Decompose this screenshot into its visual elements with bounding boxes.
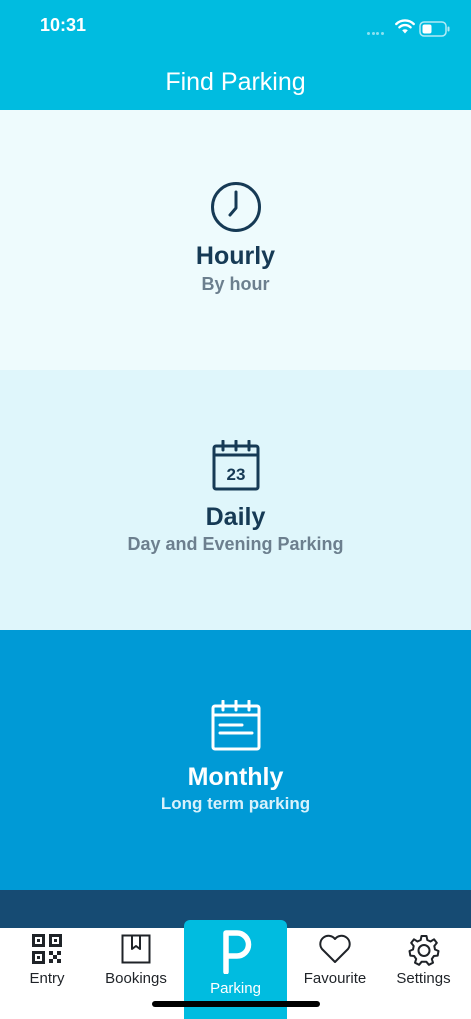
option-hourly[interactable]: Hourly By hour: [0, 110, 471, 370]
option-title: Daily: [205, 503, 266, 531]
calendar-list-icon: [211, 700, 260, 751]
header: Find Parking: [0, 56, 471, 110]
tab-label: Entry: [29, 970, 65, 987]
home-indicator: [152, 1001, 320, 1007]
wifi-icon: [395, 19, 415, 34]
parking-icon: [222, 930, 251, 974]
qr-code-icon: [32, 934, 62, 964]
status-bar: 10:31: [0, 0, 471, 56]
option-subtitle: By hour: [201, 274, 270, 294]
tab-label: Favourite: [303, 970, 367, 987]
status-time: 10:31: [40, 15, 87, 35]
signal-dots-icon: [367, 32, 389, 35]
option-daily[interactable]: 23 Daily Day and Evening Parking: [0, 370, 471, 630]
battery-icon: [419, 21, 450, 37]
tab-entry[interactable]: Entry: [0, 928, 94, 1019]
tab-label: Settings: [396, 970, 451, 987]
page-title: Find Parking: [165, 68, 306, 96]
tab-settings[interactable]: Settings: [376, 928, 471, 1019]
bookmark-icon: [121, 934, 151, 964]
heart-icon: [319, 934, 351, 963]
option-monthly[interactable]: Monthly Long term parking: [0, 630, 471, 890]
tab-label: Bookings: [105, 970, 167, 987]
option-title: Hourly: [195, 242, 276, 270]
calendar-icon: 23: [212, 440, 259, 491]
gear-icon: [408, 935, 439, 966]
option-subtitle: Long term parking: [160, 794, 311, 813]
option-title: Monthly: [187, 763, 284, 791]
calendar-day-text: 23: [226, 465, 245, 484]
clock-icon: [210, 182, 261, 232]
option-subtitle: Day and Evening Parking: [127, 534, 344, 554]
tab-label: Parking: [210, 980, 261, 997]
